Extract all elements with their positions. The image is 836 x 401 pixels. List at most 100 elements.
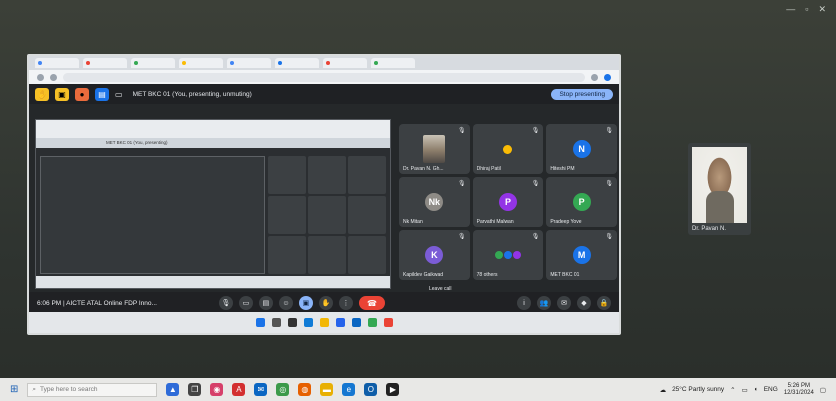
nested-meet-bar: MET BKC 01 (You, presenting) <box>36 138 390 148</box>
present-icon[interactable]: ▣ <box>298 296 313 310</box>
acrobat-icon[interactable]: A <box>232 383 246 396</box>
reload-icon[interactable] <box>50 73 57 81</box>
weather-text[interactable]: 25°C Partly sunny <box>672 386 724 393</box>
file-explorer-icon[interactable]: ▬ <box>320 383 334 396</box>
clock-date: 12/31/2024 <box>783 389 814 396</box>
network-icon[interactable]: ▭ <box>742 386 748 394</box>
task-view-icon[interactable]: ❐ <box>188 383 202 396</box>
participant-avatar: P <box>572 193 591 211</box>
browser-tab[interactable] <box>131 58 175 68</box>
extension-icon[interactable] <box>591 73 598 81</box>
nested-taskbar <box>36 276 390 288</box>
participant-tile[interactable]: P 🎙 Parvathi Malwan <box>472 177 544 227</box>
nested-tile <box>308 236 346 274</box>
outlook-icon[interactable]: O <box>364 383 378 396</box>
browser-tab[interactable] <box>179 58 223 68</box>
browser-tab[interactable] <box>227 58 271 68</box>
shared-screen: ✋ ▣ ● ▤ ▭ MET BKC 01 (You, presenting, u… <box>27 54 621 335</box>
browser-tab[interactable] <box>323 58 367 68</box>
nested-tile <box>268 156 306 194</box>
captions-icon[interactable]: ▤ <box>258 296 273 310</box>
chat-icon[interactable]: ✉ <box>557 296 571 310</box>
more-options-icon[interactable]: ⋮ <box>338 296 353 310</box>
participant-name: Pradeep Yove <box>550 219 582 225</box>
edge-icon[interactable]: e <box>342 383 356 396</box>
nested-participant-grid <box>268 156 386 274</box>
browser-tab[interactable] <box>275 58 319 68</box>
close-icon[interactable]: ✕ <box>818 4 826 15</box>
people-icon[interactable]: 👥 <box>537 296 551 310</box>
stop-presenting-button[interactable]: Stop presenting <box>551 88 613 100</box>
emoji-icon[interactable]: ☺ <box>278 296 293 310</box>
info-icon[interactable]: i <box>517 296 531 310</box>
explorer-icon[interactable] <box>319 318 329 327</box>
nested-tile <box>268 196 306 234</box>
notifications-icon[interactable]: ▢ <box>820 386 826 394</box>
participant-tile[interactable]: M 🎙 MET BKC 01 <box>546 230 617 280</box>
url-field[interactable] <box>63 72 585 82</box>
browser-tab[interactable] <box>83 58 127 68</box>
windows-start-icon[interactable]: ⊞ <box>10 384 18 395</box>
nested-inner-screen <box>40 156 265 274</box>
mic-icon[interactable]: 🎙 <box>218 296 233 310</box>
hand-icon[interactable]: ✋ <box>35 87 49 101</box>
save-icon[interactable]: ▤ <box>95 87 109 101</box>
mail-icon[interactable] <box>351 318 361 327</box>
raise-hand-icon[interactable]: ✋ <box>318 296 333 310</box>
record-icon[interactable]: ● <box>75 87 89 101</box>
browser-tab[interactable] <box>35 58 79 68</box>
character-icon[interactable]: ▲ <box>166 383 180 396</box>
firefox-icon[interactable]: ◍ <box>298 383 312 396</box>
language-indicator[interactable]: ENG <box>764 386 778 393</box>
taskbar-clock[interactable]: 5:26 PM 12/31/2024 <box>784 383 814 397</box>
app-icon[interactable] <box>383 318 393 327</box>
meet-presenting-bar: ✋ ▣ ● ▤ ▭ MET BKC 01 (You, presenting, u… <box>29 84 619 104</box>
back-icon[interactable] <box>37 73 44 81</box>
media-player-icon[interactable]: ▶ <box>386 383 400 396</box>
window-controls[interactable]: — ▫ ✕ <box>786 4 826 15</box>
mic-muted-icon: 🎙 <box>458 128 466 134</box>
store-icon[interactable] <box>335 318 345 327</box>
meeting-time-title: 6:06 PM | AICTE ATAL Online FDP Inno... <box>37 299 157 307</box>
participant-tile[interactable]: 🎙 78 others <box>472 230 544 280</box>
self-view-name: Dr. Pavan N. <box>692 226 727 232</box>
profile-icon[interactable] <box>604 73 611 81</box>
restore-icon[interactable]: ▫ <box>805 4 808 15</box>
participant-avatar: M <box>572 246 591 264</box>
volume-icon[interactable]: ◖ <box>754 386 758 393</box>
camera-icon[interactable]: ▭ <box>238 296 253 310</box>
nested-tile <box>348 196 386 234</box>
participant-tile[interactable]: P 🎙 Pradeep Yove <box>546 177 617 227</box>
chrome-icon[interactable] <box>367 318 377 327</box>
search-icon[interactable] <box>271 318 281 327</box>
activities-icon[interactable]: ◆ <box>577 296 591 310</box>
participant-name: MET BKC 01 <box>550 272 580 278</box>
participant-tile[interactable]: K 🎙 Kapildev Gaikwad <box>399 230 470 280</box>
end-call-button[interactable]: ☎ <box>358 296 385 310</box>
lock-icon[interactable]: ▣ <box>55 87 69 101</box>
presenting-label: MET BKC 01 (You, presenting, unmuting) <box>132 90 252 98</box>
nested-tile <box>348 156 386 194</box>
start-icon[interactable] <box>255 318 265 327</box>
browser-tab[interactable] <box>371 58 415 68</box>
participant-tile[interactable]: 🎙 Dhiraj Patil <box>472 124 544 174</box>
minimize-icon[interactable]: — <box>786 4 795 15</box>
participant-tile[interactable]: 🎙 Dr. Pavan N. Gh... <box>399 124 470 174</box>
show-hidden-icons-icon[interactable]: ⌃ <box>730 386 735 394</box>
mic-muted-icon: 🎙 <box>531 181 540 187</box>
weather-icon[interactable]: ☁ <box>660 386 667 394</box>
edge-icon[interactable] <box>303 318 313 327</box>
chrome-icon[interactable]: ◎ <box>276 383 290 396</box>
nested-tile <box>308 196 346 234</box>
mail-icon[interactable]: ✉ <box>254 383 268 396</box>
host-controls-icon[interactable]: 🔒 <box>597 296 611 310</box>
clock-time: 5:26 PM <box>787 382 810 389</box>
participant-tile[interactable]: N 🎙 Hiteshi PM <box>546 124 617 174</box>
copilot-icon[interactable]: ◉ <box>210 383 224 396</box>
taskbar-search-box[interactable]: ⌕ Type here to search <box>27 382 158 397</box>
participant-name: Dhiraj Patil <box>476 166 501 172</box>
task-view-icon[interactable] <box>287 318 297 327</box>
participant-tile[interactable]: Nk 🎙 Nk Mitan <box>399 177 470 227</box>
participant-avatar: P <box>498 193 517 211</box>
windows-taskbar: ⊞ ⌕ Type here to search ▲ ❐ ◉ A ✉ ◎ ◍ ▬ … <box>0 378 836 401</box>
